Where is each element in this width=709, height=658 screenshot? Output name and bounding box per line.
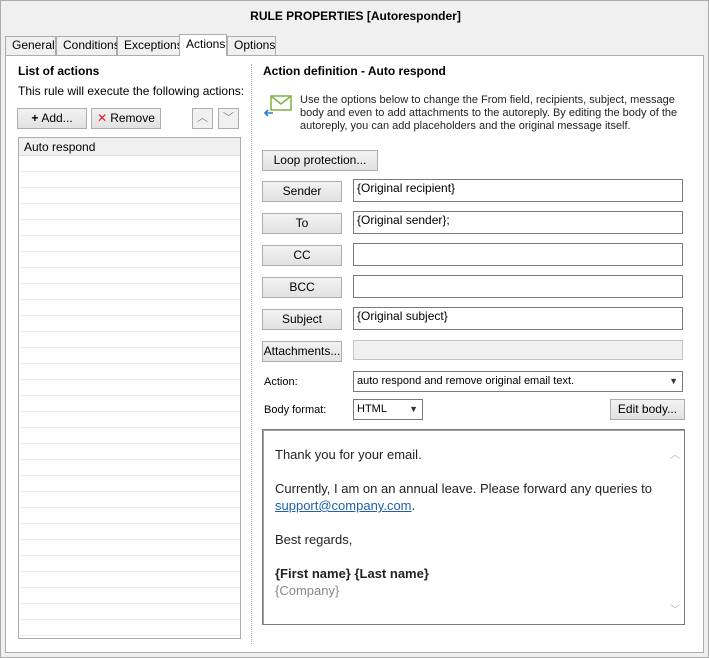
rule-properties-window: RULE PROPERTIES [Autoresponder] General … [0,0,709,658]
plus-icon: + [31,111,39,125]
tab-actions[interactable]: Actions [179,34,227,56]
edit-body-button[interactable]: Edit body... [610,399,685,420]
body-greeting: Thank you for your email. [275,447,422,462]
action-select-value: auto respond and remove original email t… [357,375,575,387]
attachments-button[interactable]: Attachments... [262,341,342,362]
list-of-actions-title: List of actions [18,64,100,78]
body-signature-name: {First name} {Last name} [275,566,429,581]
window-title: RULE PROPERTIES [Autoresponder] [250,9,461,23]
bcc-button[interactable]: BCC [262,277,342,298]
section-divider [251,64,252,644]
body-line: Currently, I am on an annual leave. Plea… [275,481,652,496]
subject-field[interactable]: {Original subject} [353,307,683,330]
sender-field[interactable]: {Original recipient} [353,179,683,202]
chevron-down-icon: ▼ [669,376,678,386]
envelope-reply-icon [263,94,293,118]
move-down-button[interactable]: ﹀ [218,108,239,129]
info-text: Use the options below to change the From… [300,94,678,132]
body-format-select[interactable]: HTML ▼ [353,399,423,420]
body-preview[interactable]: Thank you for your email. Currently, I a… [262,429,685,625]
bcc-field[interactable] [353,275,683,298]
cc-button[interactable]: CC [262,245,342,266]
body-closing: Best regards, [275,532,353,547]
scroll-up-icon[interactable]: ︿ [668,446,682,461]
support-email-link[interactable]: support@company.com [275,498,412,513]
tab-general[interactable]: General [5,36,56,55]
loop-protection-button[interactable]: Loop protection... [262,150,378,171]
body-format-value: HTML [357,403,387,415]
remove-x-icon: ✕ [97,111,108,125]
action-definition-title: Action definition - Auto respond [263,64,446,78]
tab-conditions[interactable]: Conditions [56,36,120,55]
attachments-field [353,340,683,360]
body-content: Thank you for your email. Currently, I a… [275,446,660,599]
list-of-actions-subtitle: This rule will execute the following act… [18,84,245,98]
body-signature-company: {Company} [275,583,340,598]
remove-action-button[interactable]: ✕ Remove [91,108,161,129]
actions-panel: List of actions This rule will execute t… [5,55,704,653]
add-action-button[interactable]: + Add... [17,108,87,129]
chevron-up-icon: ︿ [197,112,208,124]
actions-list[interactable]: Auto respond [18,137,241,639]
to-button[interactable]: To [262,213,342,234]
move-up-button[interactable]: ︿ [192,108,213,129]
tab-options[interactable]: Options [227,36,276,55]
chevron-down-icon: ﹀ [223,112,234,124]
sender-button[interactable]: Sender [262,181,342,202]
body-paragraph: Currently, I am on an annual leave. Plea… [275,480,660,514]
scroll-down-icon[interactable]: ﹀ [668,601,682,616]
list-item[interactable]: Auto respond [19,138,240,156]
action-label: Action: [264,376,298,388]
tab-exceptions[interactable]: Exceptions [117,36,183,55]
remove-action-label: Remove [110,111,155,125]
subject-button[interactable]: Subject [262,309,342,330]
add-action-label: Add... [41,111,73,125]
body-link-suffix: . [411,498,416,513]
to-field[interactable]: {Original sender}; [353,211,683,234]
cc-field[interactable] [353,243,683,266]
chevron-down-icon: ▼ [409,404,418,414]
body-format-label: Body format: [264,404,327,416]
action-select[interactable]: auto respond and remove original email t… [353,371,683,392]
